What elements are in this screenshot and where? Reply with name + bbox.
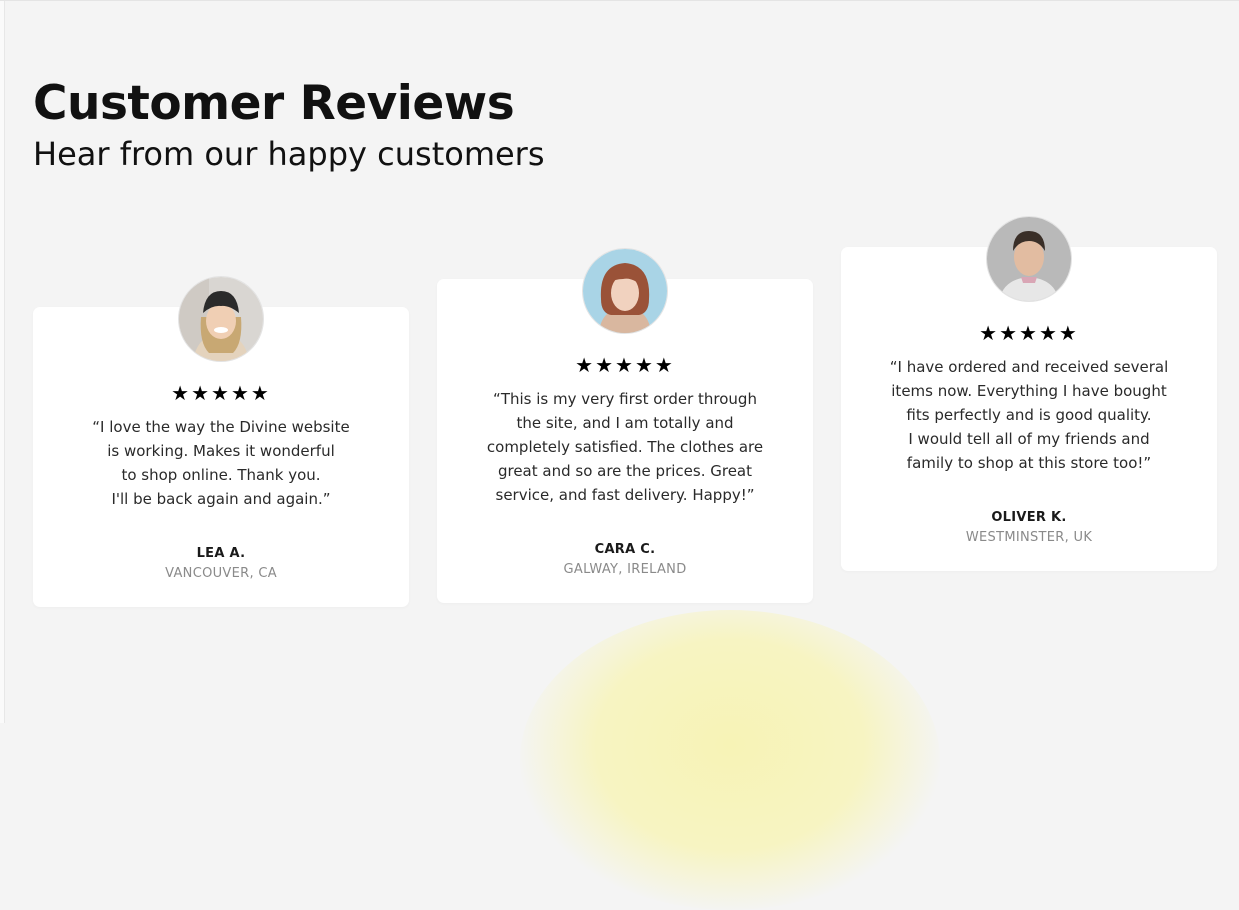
page-top-border <box>0 0 1239 1</box>
reviewer-name: LEA A. <box>196 546 246 561</box>
avatar <box>986 216 1072 302</box>
star-rating: ★★★★★ <box>575 353 675 377</box>
reviewer-location: WESTMINSTER, UK <box>965 530 1093 545</box>
reviewer-location: GALWAY, IRELAND <box>563 562 687 577</box>
page-left-border <box>0 0 5 723</box>
avatar <box>178 276 264 362</box>
reviewer-location: VANCOUVER, CA <box>165 566 277 581</box>
reviewer-name: OLIVER K. <box>991 510 1067 525</box>
decorative-yellow-blob <box>520 610 940 910</box>
star-rating: ★★★★★ <box>979 321 1079 345</box>
review-quote: “I love the way the Divine website is wo… <box>92 418 350 508</box>
review-quote: “I have ordered and received several ite… <box>889 358 1169 472</box>
page-subtitle: Hear from our happy customers <box>33 135 545 173</box>
star-rating: ★★★★★ <box>171 381 271 405</box>
page-title: Customer Reviews <box>33 76 515 131</box>
avatar <box>582 248 668 334</box>
review-quote: “This is my very first order through the… <box>486 390 764 504</box>
reviewer-name: CARA C. <box>594 542 656 557</box>
